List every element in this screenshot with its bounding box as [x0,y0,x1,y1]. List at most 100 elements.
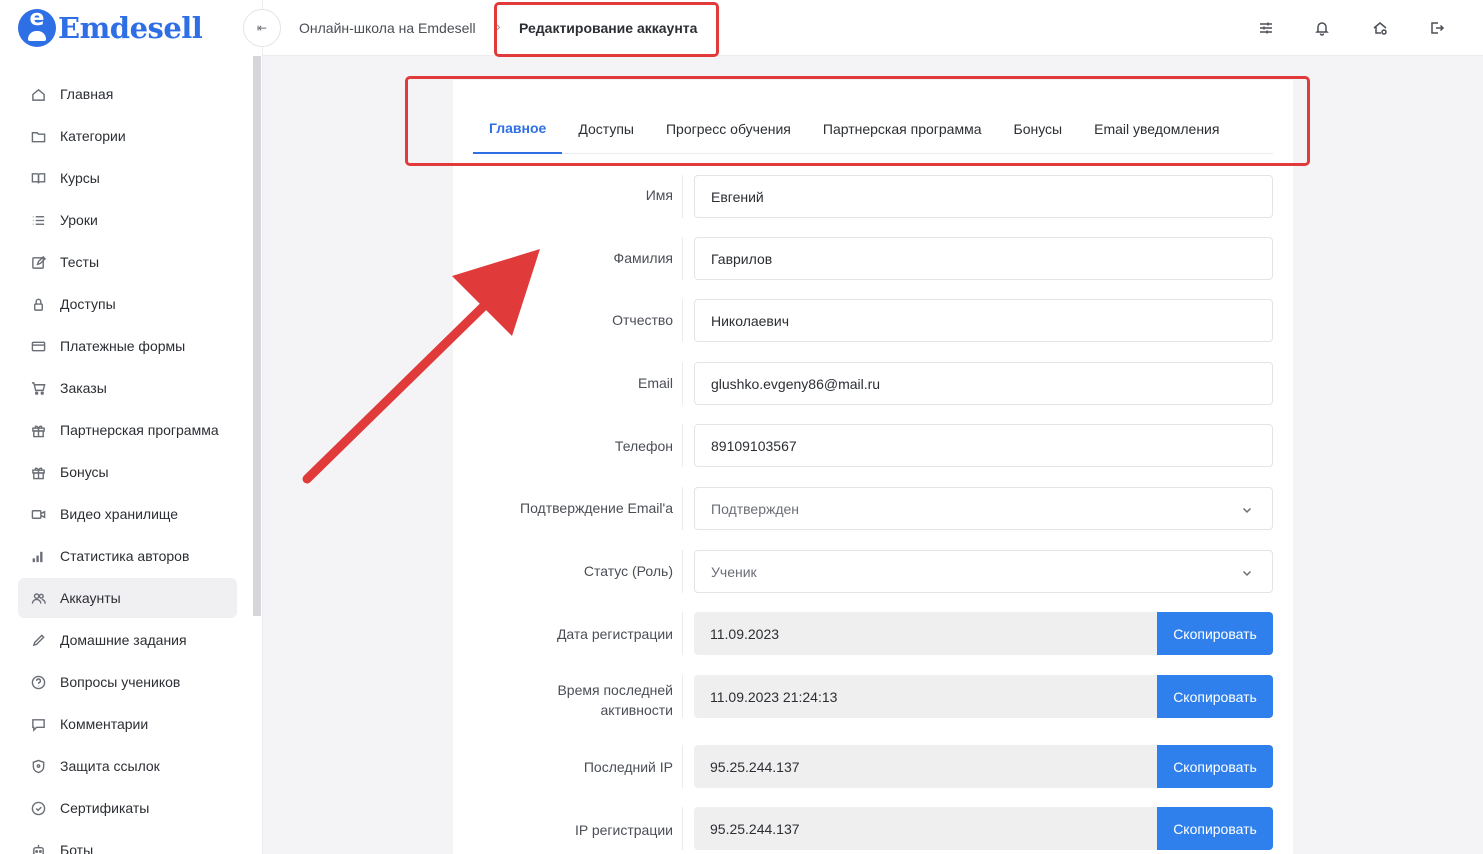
chevron-down-icon [1242,502,1252,514]
sidebar-scrollbar[interactable] [253,56,261,616]
sidebar-item-6-card[interactable]: Платежные формы [18,326,237,366]
breadcrumb-root[interactable]: Онлайн-школа на Emdesell [299,20,476,36]
sidebar-item-8-gift[interactable]: Партнерская программа [18,410,237,450]
top-bar: ⇤ Онлайн-школа на Emdesell › Редактирова… [243,0,1483,56]
sidebar-item-3-list[interactable]: Уроки [18,200,237,240]
sidebar-item-17-certificate[interactable]: Сертификаты [18,788,237,828]
phone-label: Телефон [614,438,673,454]
gift-icon [30,422,46,438]
last-active-label: Время последней активности [557,682,673,718]
sidebar-item-label: Защита ссылок [60,758,160,774]
sidebar-item-label: Комментарии [60,716,149,732]
email-confirm-label: Подтверждение Email'а [520,500,673,516]
logo-letter: e [29,6,45,31]
sidebar-item-label: Тесты [60,254,100,270]
last-name-input[interactable]: Гаврилов [694,237,1273,280]
home-icon [30,86,46,102]
sidebar-item-label: Статистика авторов [60,548,190,564]
home-settings-icon[interactable] [1370,18,1390,38]
tab-main[interactable]: Главное [473,104,563,154]
middle-name-label: Отчество [612,312,673,328]
email-input[interactable]: glushko.evgeny86@mail.ru [694,362,1273,405]
collapse-icon: ⇤ [256,21,268,35]
role-value: Ученик [711,563,757,580]
sidebar-item-15-comment[interactable]: Комментарии [18,704,237,744]
video-icon [30,506,46,522]
sidebar-item-label: Уроки [60,212,98,228]
sidebar-collapse-button[interactable]: ⇤ [243,9,281,47]
copy-last-active-button[interactable]: Скопировать [1157,675,1273,718]
sidebar-nav: Главная Категории Курсы Уроки Тесты Доступы Пл… [18,74,237,854]
breadcrumb-current: Редактирование аккаунта [519,20,698,36]
sidebar-item-7-cart[interactable]: Заказы [18,368,237,408]
last-active-value: 11.09.2023 21:24:13 [694,675,1157,718]
edit-icon [30,254,46,270]
sidebar-item-label: Партнерская программа [60,422,219,438]
question-icon [30,674,46,690]
chevron-right-icon: › [496,18,501,34]
sidebar: e Emdesell Главная Категории Курсы Уроки Тес… [0,0,263,854]
sidebar-item-label: Домашние задания [60,632,187,648]
sidebar-item-18-bot[interactable]: Боты [18,830,237,854]
logout-icon[interactable] [1427,18,1447,38]
reg-date-label: Дата регистрации [556,626,673,642]
sidebar-item-2-book[interactable]: Курсы [18,158,237,198]
account-form-card: Главное Доступы Прогресс обучения Партне… [453,80,1293,854]
sidebar-item-0-home[interactable]: Главная [18,74,237,114]
sidebar-item-label: Вопросы учеников [60,674,181,690]
sidebar-item-label: Видео хранилище [60,506,179,522]
tab-bonuses[interactable]: Бонусы [998,104,1079,153]
reg-date-value: 11.09.2023 [694,612,1157,655]
tab-progress[interactable]: Прогресс обучения [650,104,807,153]
sidebar-item-label: Заказы [60,380,107,396]
email-confirm-select[interactable]: Подтвержден [694,487,1273,530]
sidebar-item-11-bar-chart[interactable]: Статистика авторов [18,536,237,576]
middle-name-input[interactable]: Николаевич [694,299,1273,342]
sliders-icon[interactable] [1256,18,1276,38]
copy-reg-date-button[interactable]: Скопировать [1157,612,1273,655]
logo-text: Emdesell [58,11,203,45]
certificate-icon [30,800,46,816]
role-select[interactable]: Ученик [694,550,1273,593]
users-icon [30,590,46,606]
sidebar-item-5-lock[interactable]: Доступы [18,284,237,324]
bell-icon[interactable] [1312,18,1332,38]
sidebar-item-13-pencil[interactable]: Домашние задания [18,620,237,660]
phone-input[interactable]: 89109103567 [694,424,1273,467]
role-label: Статус (Роль) [583,563,673,579]
pencil-icon [30,632,46,648]
reg-ip-value: 95.25.244.137 [694,807,1157,850]
sidebar-item-label: Доступы [60,296,116,312]
sidebar-item-4-edit[interactable]: Тесты [18,242,237,282]
list-icon [30,212,46,228]
sidebar-item-14-question[interactable]: Вопросы учеников [18,662,237,702]
logo-icon: e [18,6,56,47]
tab-affiliate[interactable]: Партнерская программа [807,104,998,153]
sidebar-item-1-folder[interactable]: Категории [18,116,237,156]
sidebar-item-label: Категории [60,128,126,144]
copy-last-ip-button[interactable]: Скопировать [1157,745,1273,788]
gift-icon [30,464,46,480]
copy-reg-ip-button[interactable]: Скопировать [1157,807,1273,850]
email-confirm-value: Подтвержден [711,500,800,517]
book-icon [30,170,46,186]
logo[interactable]: e Emdesell [18,6,203,48]
card-icon [30,338,46,354]
reg-ip-label: IP регистрации [574,822,673,838]
email-label: Email [637,375,673,391]
cart-icon [30,380,46,396]
sidebar-item-label: Курсы [60,170,100,186]
sidebar-item-12-users[interactable]: Аккаунты [18,578,237,618]
lock-icon [30,296,46,312]
first-name-input[interactable]: Евгений [694,175,1273,218]
first-name-label: Имя [645,187,673,203]
folder-icon [30,128,46,144]
tab-bar: Главное Доступы Прогресс обучения Партне… [473,104,1273,154]
tab-access[interactable]: Доступы [562,104,650,153]
sidebar-item-9-gift[interactable]: Бонусы [18,452,237,492]
last-ip-label: Последний IP [583,759,673,775]
sidebar-item-label: Главная [60,86,114,102]
tab-email-notifications[interactable]: Email уведомления [1078,104,1235,153]
sidebar-item-10-video[interactable]: Видео хранилище [18,494,237,534]
sidebar-item-16-shield[interactable]: Защита ссылок [18,746,237,786]
